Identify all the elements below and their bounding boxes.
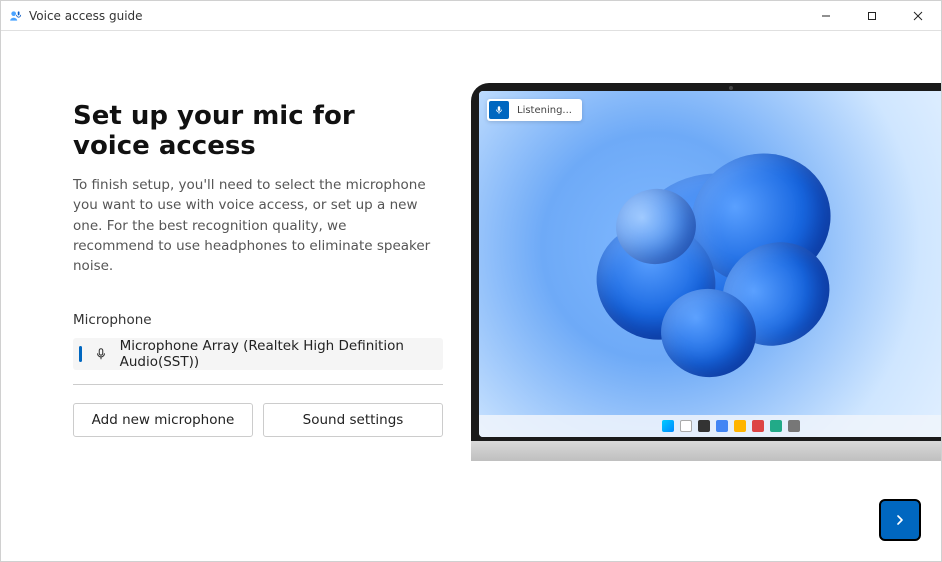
taskbar-app-icon — [752, 420, 764, 432]
sound-settings-button[interactable]: Sound settings — [263, 403, 443, 437]
windows-wallpaper — [479, 91, 941, 437]
laptop-graphic: Listening... — [471, 83, 941, 473]
add-microphone-button[interactable]: Add new microphone — [73, 403, 253, 437]
preview-illustration: Listening... — [471, 83, 941, 473]
selected-microphone-name: Microphone Array (Realtek High Definitio… — [120, 338, 437, 370]
laptop-shell: Listening... — [471, 83, 941, 445]
microphone-select[interactable]: Microphone Array (Realtek High Definitio… — [73, 338, 443, 370]
page-description: To finish setup, you'll need to select t… — [73, 175, 431, 276]
minimize-icon — [821, 11, 831, 21]
search-icon — [680, 420, 692, 432]
window-title: Voice access guide — [29, 9, 143, 23]
taskbar-app-icon — [698, 420, 710, 432]
chevron-right-icon — [892, 512, 908, 528]
windows-bloom-graphic — [571, 134, 871, 394]
close-icon — [913, 11, 923, 21]
setup-panel: Set up your mic for voice access To fini… — [1, 31, 461, 561]
sound-settings-label: Sound settings — [303, 412, 404, 428]
microphone-icon — [94, 347, 108, 361]
content-area: Set up your mic for voice access To fini… — [1, 31, 941, 561]
minimize-button[interactable] — [803, 1, 849, 31]
close-button[interactable] — [895, 1, 941, 31]
start-icon — [662, 420, 674, 432]
page-heading: Set up your mic for voice access — [73, 101, 431, 161]
button-row: Add new microphone Sound settings — [73, 403, 443, 437]
voice-access-bar: Listening... — [487, 99, 582, 121]
microphone-label: Microphone — [73, 312, 431, 328]
taskbar — [479, 415, 941, 437]
laptop-screen: Listening... — [479, 91, 941, 437]
taskbar-app-icon — [734, 420, 746, 432]
maximize-icon — [867, 11, 877, 21]
titlebar: Voice access guide — [1, 1, 941, 31]
titlebar-left: Voice access guide — [9, 9, 143, 23]
taskbar-app-icon — [716, 420, 728, 432]
voice-access-status-text: Listening... — [517, 105, 572, 116]
add-microphone-label: Add new microphone — [92, 412, 235, 428]
selection-accent-bar — [79, 346, 82, 362]
app-icon — [9, 9, 23, 23]
window-controls — [803, 1, 941, 31]
voice-access-mic-icon — [489, 101, 509, 119]
next-button[interactable] — [879, 499, 921, 541]
maximize-button[interactable] — [849, 1, 895, 31]
separator — [73, 384, 443, 385]
taskbar-app-icon — [770, 420, 782, 432]
voice-access-guide-window: Voice access guide Set up your mic for v… — [0, 0, 942, 562]
laptop-camera — [729, 86, 733, 90]
taskbar-app-icon — [788, 420, 800, 432]
laptop-base — [471, 441, 941, 461]
